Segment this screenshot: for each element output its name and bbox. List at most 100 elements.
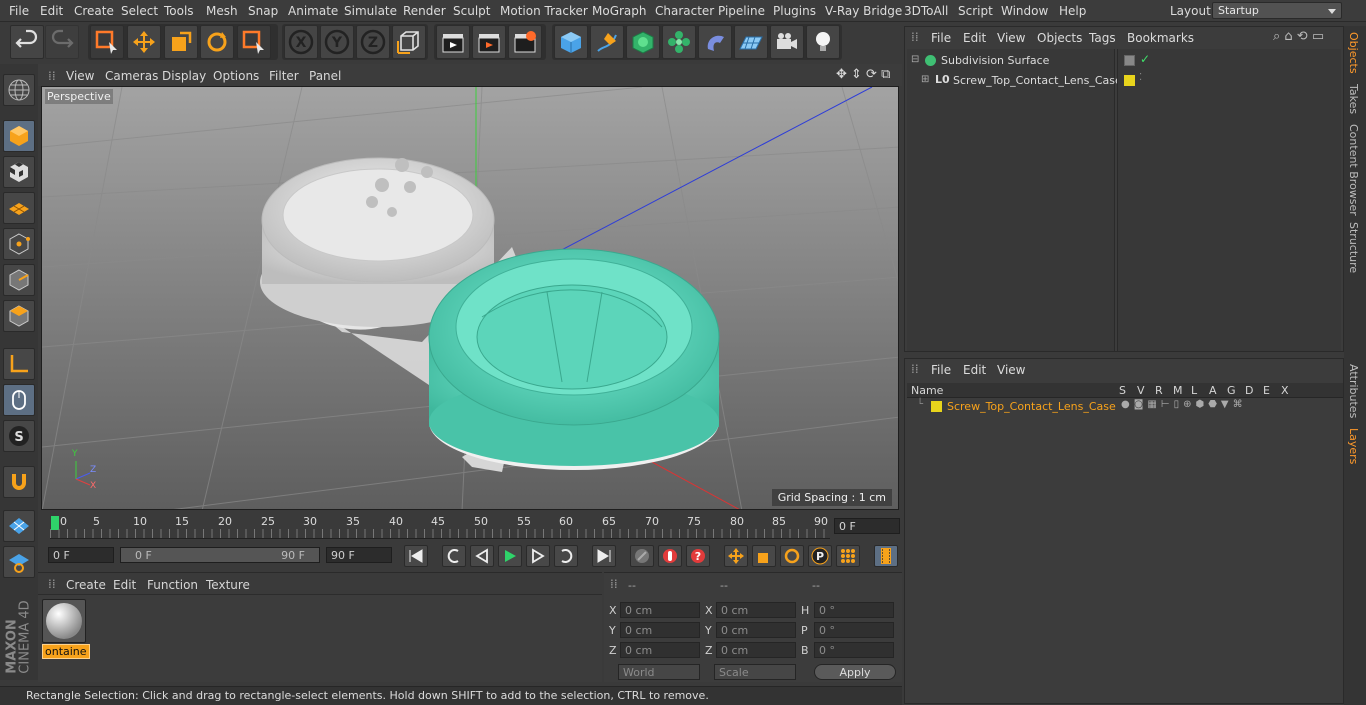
- timeline[interactable]: 0 5 10 15 20 25 30 35 40 45 50 55 60 65 …: [38, 512, 902, 542]
- workplane-button[interactable]: [3, 192, 35, 224]
- lock-grid-button[interactable]: [3, 510, 35, 542]
- magnet-button[interactable]: [3, 466, 35, 498]
- next-keyframe-button[interactable]: [554, 545, 578, 567]
- layer-flag-icons[interactable]: ●◙▦⊢▯⊕⬢⬣▼⌘: [1121, 399, 1247, 410]
- current-frame-field[interactable]: 0 F: [834, 518, 900, 534]
- column-animation[interactable]: A: [1209, 384, 1217, 397]
- end-frame-field[interactable]: 90 F: [326, 547, 392, 563]
- layer-menu-view[interactable]: View: [997, 363, 1025, 377]
- object-search-icon[interactable]: ⌕ ⌂ ⟲ ▭: [1273, 29, 1324, 44]
- 3d-viewport[interactable]: Perspective Y Z X Grid Spacing : 1 cm: [41, 86, 899, 510]
- apply-button[interactable]: Apply: [814, 664, 896, 680]
- tab-objects[interactable]: Objects: [1347, 32, 1360, 74]
- position-x-field[interactable]: 0 cm: [620, 602, 700, 618]
- camera-button[interactable]: [770, 25, 804, 59]
- size-x-field[interactable]: 0 cm: [716, 602, 796, 618]
- workplane-snap-button[interactable]: [3, 546, 35, 578]
- menu-character[interactable]: Character: [655, 4, 714, 18]
- object-menu-tags[interactable]: Tags: [1089, 31, 1116, 45]
- visibility-dots-icon[interactable]: ⁚: [1139, 72, 1142, 83]
- move-button[interactable]: [127, 25, 161, 59]
- menu-mesh[interactable]: Mesh: [206, 4, 238, 18]
- menu-sculpt[interactable]: Sculpt: [453, 4, 490, 18]
- menu-simulate[interactable]: Simulate: [344, 4, 397, 18]
- layer-name[interactable]: Screw_Top_Contact_Lens_Case: [947, 400, 1116, 413]
- live-selection-button[interactable]: [237, 25, 271, 59]
- menu-pipeline[interactable]: Pipeline: [718, 4, 765, 18]
- polygons-mode-button[interactable]: [3, 300, 35, 332]
- menu-3dtoall[interactable]: 3DToAll: [904, 4, 948, 18]
- viewport-navigation-icons[interactable]: ✥ ⇕ ⟳ ⧉: [836, 67, 890, 82]
- object-row-subdivision[interactable]: ⊟ Subdivision Surface: [907, 52, 1115, 70]
- object-menu-bookmarks[interactable]: Bookmarks: [1127, 31, 1194, 45]
- menu-snap[interactable]: Snap: [248, 4, 278, 18]
- layer-color-icon[interactable]: [1124, 75, 1135, 86]
- tab-takes[interactable]: Takes: [1347, 84, 1360, 114]
- material-menu-function[interactable]: Function: [147, 578, 198, 592]
- rotation-p-field[interactable]: 0 °: [814, 622, 894, 638]
- key-position-button[interactable]: [724, 545, 748, 567]
- menu-script[interactable]: Script: [958, 4, 993, 18]
- render-picture-viewer-button[interactable]: [472, 25, 506, 59]
- key-parameter-button[interactable]: P: [808, 545, 832, 567]
- object-menu-edit[interactable]: Edit: [963, 31, 986, 45]
- render-view-button[interactable]: [436, 25, 470, 59]
- render-settings-button[interactable]: [508, 25, 542, 59]
- key-pla-button[interactable]: [836, 545, 860, 567]
- viewport-menu-filter[interactable]: Filter: [269, 69, 299, 83]
- record-button[interactable]: [658, 545, 682, 567]
- scale-button[interactable]: [164, 25, 198, 59]
- viewport-menu-panel[interactable]: Panel: [309, 69, 341, 83]
- pen-button[interactable]: [590, 25, 624, 59]
- snap-button[interactable]: S: [3, 420, 35, 452]
- key-scale-button[interactable]: [752, 545, 776, 567]
- size-y-field[interactable]: 0 cm: [716, 622, 796, 638]
- size-z-field[interactable]: 0 cm: [716, 642, 796, 658]
- keyframe-selection-button[interactable]: [630, 545, 654, 567]
- object-row-lens-case[interactable]: ⊞ L0 Screw_Top_Contact_Lens_Case: [907, 72, 1122, 90]
- cube-button[interactable]: [554, 25, 588, 59]
- object-menu-objects[interactable]: Objects: [1037, 31, 1082, 45]
- viewport-menu-display[interactable]: Display: [162, 69, 206, 83]
- rotate-button[interactable]: [200, 25, 234, 59]
- enabled-check-icon[interactable]: ✓: [1140, 52, 1150, 66]
- rotation-b-field[interactable]: 0 °: [814, 642, 894, 658]
- go-to-end-button[interactable]: [592, 545, 616, 567]
- expand-icon[interactable]: ⊞: [921, 74, 929, 85]
- column-deformers[interactable]: D: [1245, 384, 1253, 397]
- rectangle-select-button[interactable]: [90, 25, 124, 59]
- material-name-label[interactable]: ontaine: [42, 644, 90, 659]
- timeline-window-button[interactable]: [874, 545, 898, 567]
- edges-mode-button[interactable]: [3, 264, 35, 296]
- subdivision-button[interactable]: [626, 25, 660, 59]
- x-axis-button[interactable]: X: [284, 25, 318, 59]
- frame-range-slider[interactable]: 0 F 90 F: [120, 547, 320, 563]
- layer-color-swatch[interactable]: [931, 401, 942, 412]
- material-menu-texture[interactable]: Texture: [206, 578, 250, 592]
- menu-vray-bridge[interactable]: V-Ray Bridge: [825, 4, 902, 18]
- viewport-menu-options[interactable]: Options: [213, 69, 259, 83]
- viewport-menu-view[interactable]: View: [66, 69, 94, 83]
- column-expressions[interactable]: E: [1263, 384, 1270, 397]
- menu-edit[interactable]: Edit: [40, 4, 63, 18]
- column-xref[interactable]: X: [1281, 384, 1289, 397]
- column-generators[interactable]: G: [1227, 384, 1236, 397]
- column-locked[interactable]: L: [1191, 384, 1197, 397]
- texture-mode-button[interactable]: [3, 156, 35, 188]
- previous-frame-button[interactable]: [470, 545, 494, 567]
- playhead[interactable]: [51, 516, 59, 530]
- material-swatch[interactable]: [42, 599, 86, 643]
- viewport-menu-cameras[interactable]: Cameras: [105, 69, 158, 83]
- tweak-mode-button[interactable]: [3, 384, 35, 416]
- scale-select[interactable]: Scale: [714, 664, 796, 680]
- layer-menu-file[interactable]: File: [931, 363, 951, 377]
- light-button[interactable]: [806, 25, 840, 59]
- rotation-h-field[interactable]: 0 °: [814, 602, 894, 618]
- tab-layers[interactable]: Layers: [1347, 428, 1360, 464]
- menu-plugins[interactable]: Plugins: [773, 4, 816, 18]
- key-rotation-button[interactable]: [780, 545, 804, 567]
- menu-window[interactable]: Window: [1001, 4, 1048, 18]
- tab-attributes[interactable]: Attributes: [1347, 364, 1360, 418]
- coordinate-system-button[interactable]: [392, 25, 426, 59]
- timeline-ruler[interactable]: [50, 529, 830, 539]
